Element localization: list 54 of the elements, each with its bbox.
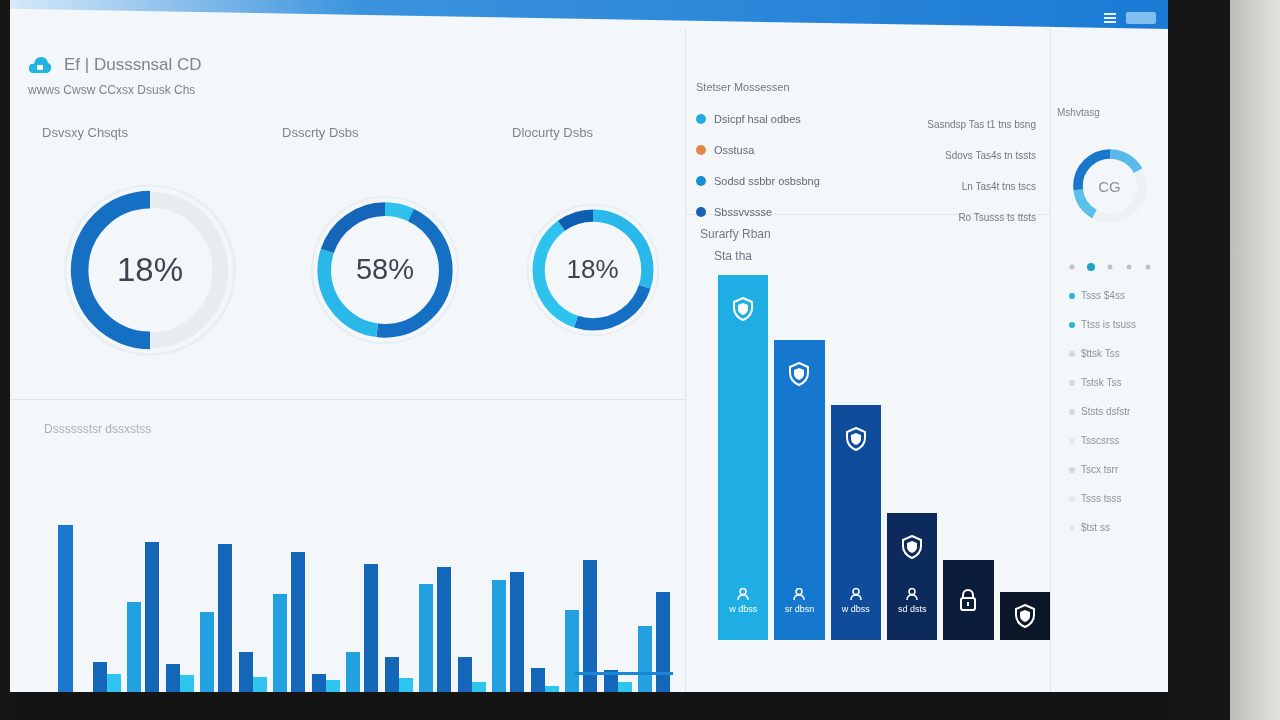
menu-icon[interactable]	[1104, 12, 1116, 23]
list-item[interactable]: Tsscsrss	[1081, 435, 1120, 446]
bar-caption: w dbss	[841, 604, 870, 614]
user-icon	[849, 588, 862, 600]
list-item[interactable]: Tscx tsrr	[1081, 464, 1119, 475]
shield-icon	[1014, 604, 1035, 628]
gauge-value: 58%	[355, 253, 414, 286]
dot-icon	[1124, 263, 1133, 271]
legend-label: Osstusa	[714, 143, 755, 156]
gauge-value: 18%	[116, 250, 184, 289]
legend-detail: Ln Tas4t tns tscs	[961, 180, 1036, 192]
chart-title: Surarfy Rban	[700, 227, 771, 241]
dot-icon	[1086, 263, 1095, 271]
bar-caption: sr dbsn	[784, 604, 815, 614]
user-icon	[737, 588, 750, 600]
gauge-title: Dsscrty Dsbs	[281, 125, 360, 140]
panel-icon[interactable]	[1126, 11, 1156, 24]
list-item[interactable]: Tsss $4ss	[1081, 290, 1125, 301]
legend-label: Dsicpf hsal odbes	[714, 112, 801, 125]
app-subtitle: wwws Cwsw CCxsx Dsusk Chs	[28, 83, 197, 97]
gauge-value: 18%	[566, 254, 619, 285]
legend-detail: Ro Tsusss ts ttsts	[958, 211, 1036, 223]
list-item[interactable]: Ttss is tsuss	[1081, 319, 1136, 330]
legend-label: Sodsd ssbbr osbsbng	[714, 174, 820, 187]
cloud-icon	[28, 56, 52, 74]
legend-detail: Sdovs Tas4s tn tssts	[945, 149, 1036, 161]
lock-icon	[958, 588, 979, 612]
icon-tab[interactable]	[1085, 262, 1096, 272]
gauge-title: Dlocurty Dsbs	[511, 125, 594, 140]
shield-icon	[902, 535, 923, 559]
list-item[interactable]: $tst ss	[1081, 522, 1110, 533]
shield-icon	[789, 362, 810, 386]
shield-icon	[733, 297, 754, 321]
dot-icon	[1067, 263, 1076, 271]
panel-title: Mshvtasg	[1056, 107, 1100, 118]
chart-title: Dsssssstsr dssxstss	[43, 422, 153, 436]
list-item[interactable]: $ttsk Tss	[1081, 348, 1120, 359]
list-item[interactable]: Tsss tsss	[1081, 493, 1122, 504]
user-icon	[793, 588, 806, 600]
bar-caption: w dbss	[729, 604, 758, 614]
gauge-value: CG	[1098, 177, 1121, 195]
legend-label: Sbssvvssse	[714, 205, 773, 218]
dot-icon	[1105, 263, 1114, 271]
gauge-title: Dsvsxy Chsqts	[41, 125, 129, 140]
legend-detail: Sasndsp Tas t1 tns bsng	[927, 118, 1036, 130]
list-item[interactable]: Ststs dsfstr	[1081, 406, 1131, 417]
app-title: Ef | Dusssnsal CD	[64, 55, 202, 75]
chart-subtitle: Sta tha	[714, 249, 753, 263]
shield-icon	[845, 427, 866, 451]
list-item[interactable]: Tstsk Tss	[1081, 377, 1122, 388]
bar-caption: sd dsts	[897, 604, 927, 614]
panel-title: Stetser Mossessen	[696, 81, 791, 93]
user-icon	[906, 588, 919, 600]
dot-icon	[1143, 263, 1152, 271]
